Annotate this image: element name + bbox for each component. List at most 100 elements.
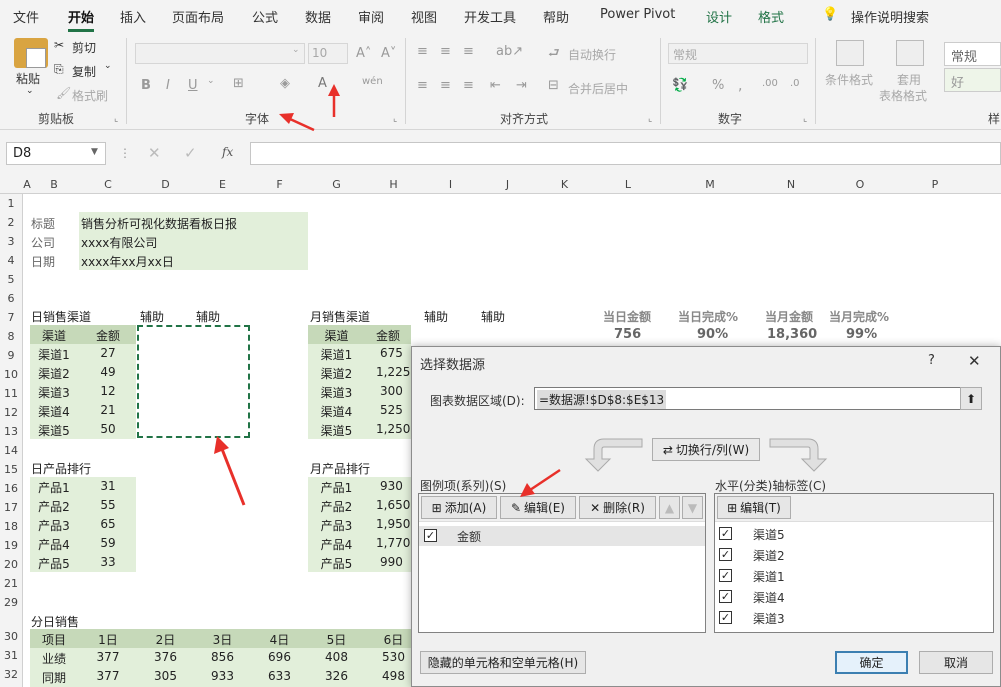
format-as-table-button-2[interactable]: 表格格式 [879,87,927,104]
row-header[interactable]: 29 [0,596,22,609]
add-series-button[interactable]: ⊞ 添加(A) [421,496,497,519]
menu-design[interactable]: 设计 [706,7,732,26]
menu-review[interactable]: 审阅 [358,7,384,26]
row-header[interactable]: 17 [0,501,22,514]
menu-formulas[interactable]: 公式 [252,7,278,26]
menu-data[interactable]: 数据 [305,7,331,26]
tell-me-search[interactable]: 操作说明搜索 [851,7,929,26]
list-item[interactable]: ✓ 渠道2 [715,545,993,565]
increase-decimal-icon[interactable]: .00 [762,78,778,89]
row-header[interactable]: 10 [0,368,22,381]
orientation-icon[interactable]: ab↗ [496,44,523,59]
align-left-icon[interactable]: ≡ [417,78,428,93]
row-header[interactable]: 30 [0,630,22,643]
row-header[interactable]: 21 [0,577,22,590]
dialog-launcher-icon[interactable]: ⌞ [393,114,397,124]
bold-icon[interactable]: B [141,78,151,93]
style-normal[interactable]: 常规 [944,42,1001,66]
column-header[interactable]: M [670,178,750,191]
row-header[interactable]: 14 [0,444,22,457]
menu-format[interactable]: 格式 [758,7,784,26]
checkbox[interactable]: ✓ [719,527,732,540]
column-header[interactable]: G [308,178,365,191]
range-input[interactable]: =数据源!$D$8:$E$13 [534,387,965,410]
row-header[interactable]: 31 [0,649,22,662]
cut-button[interactable]: 剪切 [72,39,96,56]
list-item[interactable]: ✓ 金额 [419,526,705,546]
column-header[interactable]: C [80,178,136,191]
align-center-icon[interactable]: ≡ [440,78,451,93]
enter-icon[interactable]: ✓ [184,144,197,162]
percent-icon[interactable]: % [712,78,724,93]
row-header[interactable]: 32 [0,668,22,681]
column-header[interactable]: H [365,178,422,191]
row-header[interactable]: 12 [0,406,22,419]
row-header[interactable]: 3 [0,235,22,248]
border-icon[interactable]: ⊞ [233,76,244,91]
switch-row-column-button[interactable]: ⇄ 切换行/列(W) [652,438,760,461]
list-item[interactable]: ✓ 渠道3 [715,608,993,628]
number-format-combo[interactable]: 常规 [668,43,808,64]
decrease-font-icon[interactable]: A˅ [381,46,396,61]
menu-home[interactable]: 开始 [68,7,95,32]
menu-power-pivot[interactable]: Power Pivot [600,7,675,22]
column-header[interactable]: P [900,178,970,191]
move-up-button[interactable]: ▲ [659,496,680,519]
style-good[interactable]: 好 [944,68,1001,92]
column-header[interactable]: I [422,178,479,191]
paste-icon[interactable] [14,38,48,68]
row-header[interactable]: 2 [0,216,22,229]
row-header[interactable]: 18 [0,520,22,533]
checkbox[interactable]: ✓ [719,548,732,561]
column-header[interactable]: N [752,178,830,191]
formula-input[interactable] [250,142,1001,165]
currency-icon[interactable]: 💱 [672,78,688,93]
row-header[interactable]: 20 [0,558,22,571]
menu-file[interactable]: 文件 [13,7,39,26]
insert-function-icon[interactable]: fx [222,145,233,159]
checkbox[interactable]: ✓ [719,611,732,624]
column-header[interactable]: D [137,178,194,191]
cancel-icon[interactable]: ✕ [148,144,161,162]
help-button[interactable]: ? [928,353,935,368]
row-header[interactable]: 13 [0,425,22,438]
cancel-button[interactable]: 取消 [919,651,993,674]
column-header[interactable]: O [830,178,890,191]
edit-series-button[interactable]: ✎ 编辑(E) [500,496,576,519]
dialog-launcher-icon[interactable]: ⌞ [803,114,807,124]
increase-font-icon[interactable]: A˄ [356,46,371,61]
ok-button[interactable]: 确定 [835,651,908,674]
column-header[interactable]: K [536,178,593,191]
move-down-button[interactable]: ▼ [682,496,703,519]
row-header[interactable]: 4 [0,254,22,267]
font-color-icon[interactable]: A [318,76,327,91]
menu-help[interactable]: 帮助 [543,7,569,26]
dialog-launcher-icon[interactable]: ⌞ [648,114,652,124]
align-middle-icon[interactable]: ≡ [440,44,451,59]
checkbox[interactable]: ✓ [719,569,732,582]
row-header[interactable]: 5 [0,273,22,286]
checkbox[interactable]: ✓ [719,590,732,603]
checkbox[interactable]: ✓ [424,529,437,542]
font-size-combo[interactable]: 10 [308,43,348,64]
menu-developer[interactable]: 开发工具 [464,7,516,26]
increase-indent-icon[interactable]: ⇥ [516,78,527,93]
row-header[interactable]: 1 [0,197,22,210]
row-header[interactable]: 16 [0,482,22,495]
menu-insert[interactable]: 插入 [120,7,146,26]
delete-series-button[interactable]: ✕ 删除(R) [579,496,656,519]
column-header[interactable]: E [194,178,251,191]
column-header[interactable]: J [479,178,536,191]
column-header[interactable]: L [593,178,663,191]
underline-icon[interactable]: U [188,78,198,93]
row-header[interactable]: 11 [0,387,22,400]
close-button[interactable]: ✕ [968,352,981,370]
hidden-empty-cells-button[interactable]: 隐藏的单元格和空单元格(H) [420,651,586,674]
collapse-dialog-button[interactable]: ⬆ [960,387,982,410]
fill-color-icon[interactable]: ◈ [280,76,290,91]
column-header[interactable]: F [251,178,308,191]
row-header[interactable]: 15 [0,463,22,476]
row-header[interactable]: 19 [0,539,22,552]
align-top-icon[interactable]: ≡ [417,44,428,59]
copy-selection-marquee[interactable] [137,325,250,438]
